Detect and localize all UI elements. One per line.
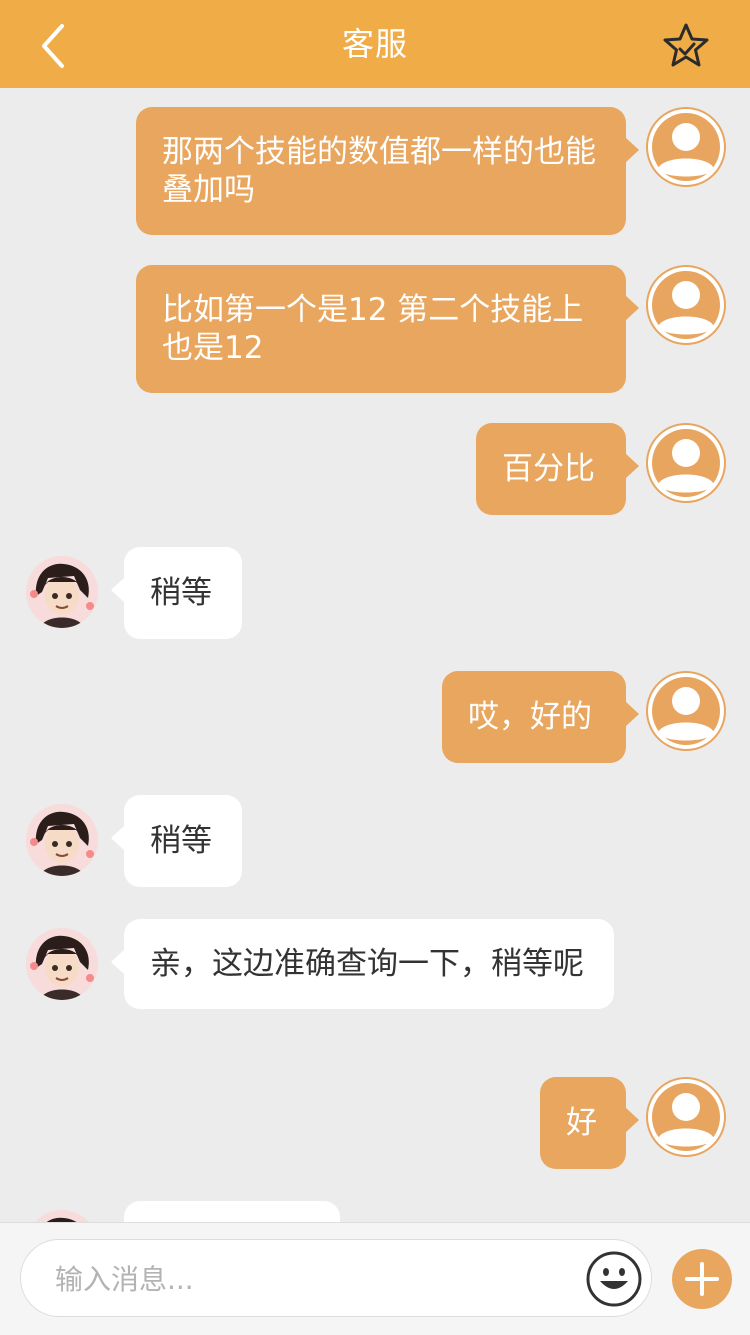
- user-avatar[interactable]: [646, 1077, 726, 1157]
- user-avatar[interactable]: [646, 265, 726, 345]
- incoming-message[interactable]: 稍等: [111, 795, 242, 887]
- composer-bar: [0, 1222, 750, 1335]
- message-text: 亲，这边准确查询一下，稍等呢: [150, 946, 584, 982]
- outgoing-message[interactable]: 百分比: [476, 423, 639, 515]
- message-text: 稍等: [150, 575, 212, 611]
- outgoing-message[interactable]: 哎，好的: [442, 671, 639, 763]
- message-input-box[interactable]: [20, 1239, 652, 1317]
- incoming-message[interactable]: [124, 1201, 340, 1222]
- page-title: 客服: [341, 25, 408, 63]
- user-silhouette-icon: [648, 1079, 724, 1155]
- message-list[interactable]: 那两个技能的数值都一样的也能叠加吗 比如第一个是12 第二个技能上也是12 百分…: [0, 88, 750, 1222]
- incoming-message[interactable]: 亲，这边准确查询一下，稍等呢: [111, 919, 614, 1009]
- agent-avatar[interactable]: [26, 1210, 98, 1222]
- plus-icon: [685, 1262, 719, 1296]
- message-text: 哎，好的: [468, 699, 592, 735]
- agent-avatar[interactable]: [26, 556, 98, 628]
- user-silhouette-icon: [648, 267, 724, 343]
- outgoing-message[interactable]: 比如第一个是12 第二个技能上也是12: [136, 265, 639, 393]
- anime-character-avatar-icon: [26, 804, 98, 876]
- anime-character-avatar-icon: [26, 928, 98, 1000]
- agent-avatar[interactable]: [26, 928, 98, 1000]
- anime-character-avatar-icon: [26, 556, 98, 628]
- message-text: 好: [566, 1105, 597, 1141]
- outgoing-message[interactable]: 那两个技能的数值都一样的也能叠加吗: [136, 107, 639, 235]
- top-nav-bar: 客服: [0, 0, 750, 88]
- outgoing-message[interactable]: 好: [540, 1077, 639, 1169]
- user-silhouette-icon: [648, 109, 724, 185]
- agent-avatar[interactable]: [26, 804, 98, 876]
- message-text: 稍等: [150, 823, 212, 859]
- user-avatar[interactable]: [646, 107, 726, 187]
- incoming-message[interactable]: 稍等: [111, 547, 242, 639]
- emoji-button[interactable]: [585, 1250, 643, 1308]
- message-text: 那两个技能的数值都一样的也能叠加吗: [162, 134, 596, 208]
- message-text: 百分比: [502, 451, 595, 487]
- user-silhouette-icon: [648, 425, 724, 501]
- message-input[interactable]: [53, 1256, 557, 1302]
- anime-character-avatar-icon: [35, 1210, 89, 1222]
- favorite-button[interactable]: [662, 22, 710, 68]
- user-silhouette-icon: [648, 673, 724, 749]
- user-avatar[interactable]: [646, 423, 726, 503]
- star-icon: [663, 23, 709, 67]
- add-attachment-button[interactable]: [672, 1249, 732, 1309]
- user-avatar[interactable]: [646, 671, 726, 751]
- message-text: 比如第一个是12 第二个技能上也是12: [162, 292, 584, 366]
